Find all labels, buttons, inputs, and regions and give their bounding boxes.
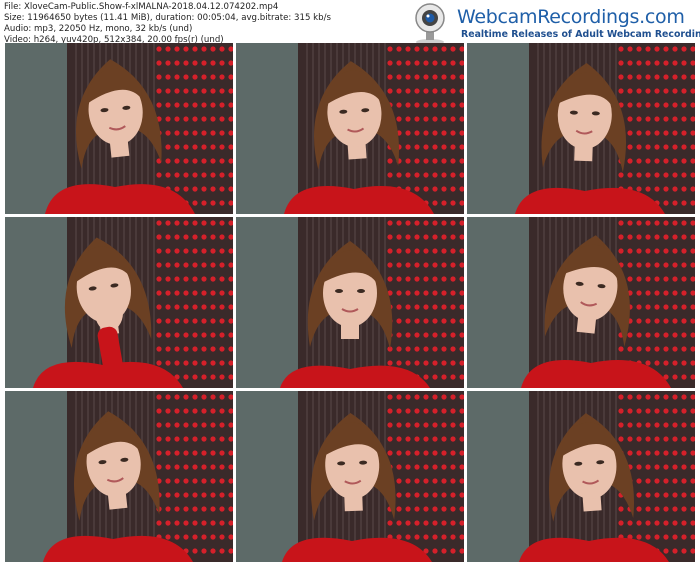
video-frame-thumbnail xyxy=(236,217,464,388)
webcam-icon xyxy=(415,3,445,45)
logo-title: WebcamRecordings.com xyxy=(457,6,685,28)
file-size-line: Size: 11964650 bytes (11.41 MiB), durati… xyxy=(4,13,331,23)
video-frame-thumbnail xyxy=(5,43,233,214)
audio-line: Audio: mp3, 22050 Hz, mono, 32 kb/s (und… xyxy=(4,24,193,34)
video-frame-thumbnail xyxy=(5,217,233,388)
video-frame-thumbnail xyxy=(236,43,464,214)
site-logo: WebcamRecordings.com Realtime Releases o… xyxy=(402,2,700,45)
video-frame-thumbnail xyxy=(5,391,233,562)
video-frame-thumbnail xyxy=(236,391,464,562)
logo-tagline: Realtime Releases of Adult Webcam Record… xyxy=(461,29,700,40)
file-info: File: XloveCam-Public.Show-f-xlMALNA-201… xyxy=(4,2,331,46)
thumbnail-grid xyxy=(5,43,695,562)
video-frame-thumbnail xyxy=(467,217,695,388)
video-frame-thumbnail xyxy=(467,391,695,562)
file-name-line: File: XloveCam-Public.Show-f-xlMALNA-201… xyxy=(4,2,279,12)
video-frame-thumbnail xyxy=(467,43,695,214)
